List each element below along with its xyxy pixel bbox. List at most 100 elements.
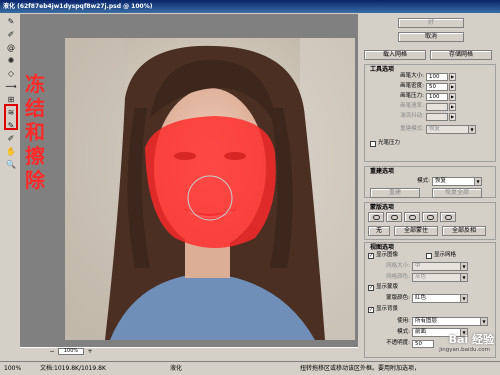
turbulent-jitter-field: [426, 113, 448, 121]
tool-options-title: 工具选项: [370, 66, 395, 73]
options-panel: 好 取消 载入网格 存储网格 工具选项 画笔大小: 100 ▶ 画笔密度: 50…: [360, 14, 500, 360]
stylus-pressure-checkbox[interactable]: [370, 141, 376, 147]
brush-size-arrow[interactable]: ▶: [449, 73, 456, 81]
reconstruct-mode-value: 恢复: [429, 126, 441, 132]
show-backdrop-label: 显示背景: [376, 306, 399, 312]
invert-all-button[interactable]: 全部反相: [442, 226, 486, 236]
mask-replace-icon: [373, 215, 380, 220]
reconstruct-mode-label-2: 模式:: [417, 178, 430, 184]
canvas-zoom-bar: − 100% +: [20, 347, 358, 355]
mask-subtract-icon: [409, 215, 416, 220]
mask-add-button[interactable]: [386, 212, 402, 222]
mesh-color-label: 网格颜色:: [386, 274, 410, 280]
brush-pressure-label: 画笔压力:: [400, 93, 424, 99]
photo-preview[interactable]: [65, 38, 355, 340]
mask-color-label: 蒙版颜色:: [386, 295, 410, 301]
thaw-mask-icon[interactable]: ✐: [5, 133, 17, 145]
bloat-icon[interactable]: ◇: [5, 68, 17, 80]
highlight-box: [4, 104, 18, 130]
mask-add-icon: [391, 215, 398, 220]
mask-color-select[interactable]: 红色 ▼: [412, 294, 468, 303]
tool-strip: ✎ ✐ @ ✺ ◇ ⟿ ⊞ ≋ ✎ ✐ ✋ 🔍: [2, 13, 20, 343]
mask-replace-button[interactable]: [368, 212, 384, 222]
turbulent-jitter-label: 湍流抖动:: [400, 113, 424, 119]
opacity-field[interactable]: 50: [412, 340, 434, 348]
reconstruct-mode-value-2: 恢复: [435, 178, 447, 184]
mask-none-button[interactable]: 无: [368, 226, 390, 236]
twirl-icon[interactable]: @: [5, 42, 17, 54]
show-image-label: 显示图像: [376, 252, 399, 258]
mask-intersect-icon: [427, 215, 434, 220]
baidu-watermark: Bai 经验: [448, 333, 494, 346]
show-mask-checkbox[interactable]: ✓: [368, 285, 374, 291]
mesh-size-label: 网格大小:: [386, 263, 410, 269]
baidu-watermark-url: jingyan.baidu.com: [439, 347, 490, 353]
status-zoom: 100%: [4, 365, 22, 372]
cancel-button[interactable]: 取消: [398, 32, 464, 42]
backdrop-mode-label: 模式:: [397, 329, 410, 335]
chevron-down-icon: ▼: [480, 318, 487, 325]
chevron-down-icon: ▼: [460, 263, 467, 270]
backdrop-use-value: 所有图层: [415, 318, 438, 324]
brush-pressure-field[interactable]: 100: [426, 93, 448, 101]
portrait-image: [65, 38, 355, 340]
hand-icon[interactable]: ✋: [5, 146, 17, 158]
turbulent-jitter-arrow: ▶: [449, 113, 456, 121]
reconstruct-mode-select: 恢复 ▼: [426, 125, 476, 134]
brush-density-arrow[interactable]: ▶: [449, 83, 456, 91]
chevron-down-icon: ▼: [460, 274, 467, 281]
push-left-icon[interactable]: ⟿: [5, 81, 17, 93]
show-mesh-label: 显示网格: [434, 252, 457, 258]
mask-color-value: 红色: [415, 295, 427, 301]
brush-size-label: 画笔大小:: [400, 73, 424, 79]
window-title: 液化 (62f87eb4jw1dyspqf8w27j.psd @ 100%): [3, 3, 153, 10]
show-image-checkbox[interactable]: ✓: [368, 253, 374, 259]
mask-all-button[interactable]: 全部蒙住: [394, 226, 438, 236]
save-mesh-button[interactable]: 存储网格: [430, 50, 492, 60]
mesh-color-value: 灰色: [415, 274, 427, 280]
load-mesh-button[interactable]: 载入网格: [364, 50, 426, 60]
forward-warp-icon[interactable]: ✎: [5, 16, 17, 28]
mesh-size-select: 中 ▼: [412, 262, 468, 271]
reconstruct-mode-select-2[interactable]: 恢复 ▼: [432, 177, 482, 186]
backdrop-mode-value: 前面: [415, 329, 427, 335]
backdrop-use-select[interactable]: 所有图层 ▼: [412, 317, 488, 326]
preview-canvas[interactable]: [20, 14, 358, 347]
annotation-text: 冻结和擦除: [25, 72, 45, 192]
chevron-down-icon: ▼: [468, 126, 475, 133]
brush-rate-label: 画笔速率:: [400, 103, 424, 109]
reconstruct-button[interactable]: 重建: [370, 188, 420, 198]
brush-density-label: 画笔密度:: [400, 83, 424, 89]
show-backdrop-checkbox[interactable]: ✓: [368, 307, 374, 313]
zoom-icon[interactable]: 🔍: [5, 159, 17, 171]
brush-pressure-arrow[interactable]: ▶: [449, 93, 456, 101]
brush-size-field[interactable]: 100: [426, 73, 448, 81]
brush-rate-field: [426, 103, 448, 111]
status-doc-size: 文档:1019.8K/1019.8K: [40, 365, 106, 372]
pucker-icon[interactable]: ✺: [5, 55, 17, 67]
reconstruct-options-title: 重建选项: [370, 168, 395, 175]
mask-invert-icon: [445, 215, 452, 220]
mesh-size-value: 中: [415, 263, 421, 269]
zoom-in-button[interactable]: +: [86, 348, 94, 355]
brush-density-field[interactable]: 50: [426, 83, 448, 91]
mask-invert-button[interactable]: [440, 212, 456, 222]
mask-intersect-button[interactable]: [422, 212, 438, 222]
reconstruct-icon[interactable]: ✐: [5, 29, 17, 41]
zoom-out-button[interactable]: −: [48, 348, 56, 355]
status-hint: 扭转拖移区或移动该区外框。要用附加选项，: [300, 365, 421, 372]
mesh-color-select: 灰色 ▼: [412, 273, 468, 282]
mask-subtract-button[interactable]: [404, 212, 420, 222]
reconstruct-mode-label: 重建模式:: [400, 126, 424, 132]
zoom-level-field[interactable]: 100%: [58, 348, 84, 355]
mask-options-title: 蒙版选项: [370, 204, 395, 211]
use-label: 使用:: [397, 318, 410, 324]
restore-all-button[interactable]: 恢复全部: [432, 188, 482, 198]
show-mesh-checkbox[interactable]: [426, 253, 432, 259]
window-title-bar: 液化 (62f87eb4jw1dyspqf8w27j.psd @ 100%): [0, 0, 500, 13]
status-tool: 液化: [170, 365, 183, 372]
status-bar: 100% 文档:1019.8K/1019.8K 液化 扭转拖移区或移动该区外框。…: [0, 361, 500, 375]
opacity-label: 不透明度:: [386, 340, 410, 346]
ok-button[interactable]: 好: [398, 18, 464, 28]
chevron-down-icon: ▼: [460, 295, 467, 302]
